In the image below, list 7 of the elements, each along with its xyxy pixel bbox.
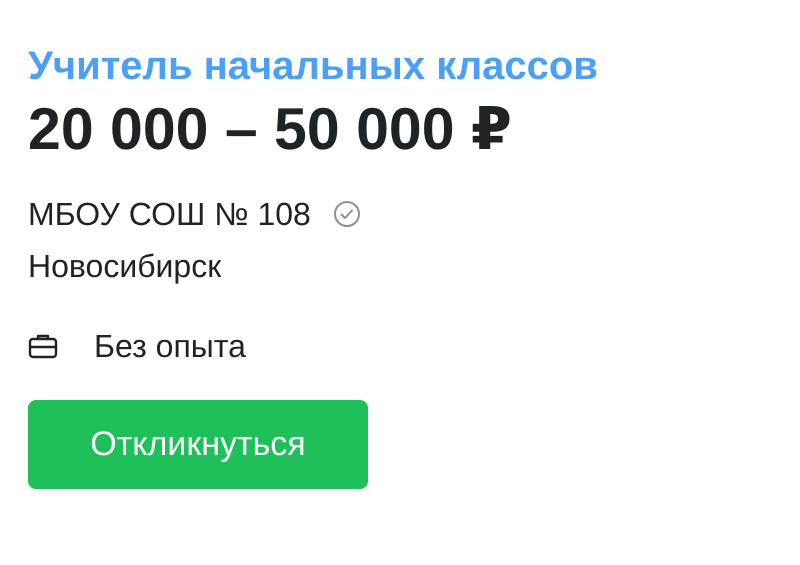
briefcase-icon [28, 332, 58, 360]
city-name: Новосибирск [28, 247, 222, 286]
salary-range: 20 000 – 50 000 ₽ [28, 95, 512, 164]
company-name: МБОУ СОШ № 108 [28, 195, 311, 234]
experience-label: Без опыта [94, 327, 246, 366]
vacancy-title-link[interactable]: Учитель начальных классов [28, 38, 598, 94]
respond-button[interactable]: Откликнуться [28, 400, 368, 489]
